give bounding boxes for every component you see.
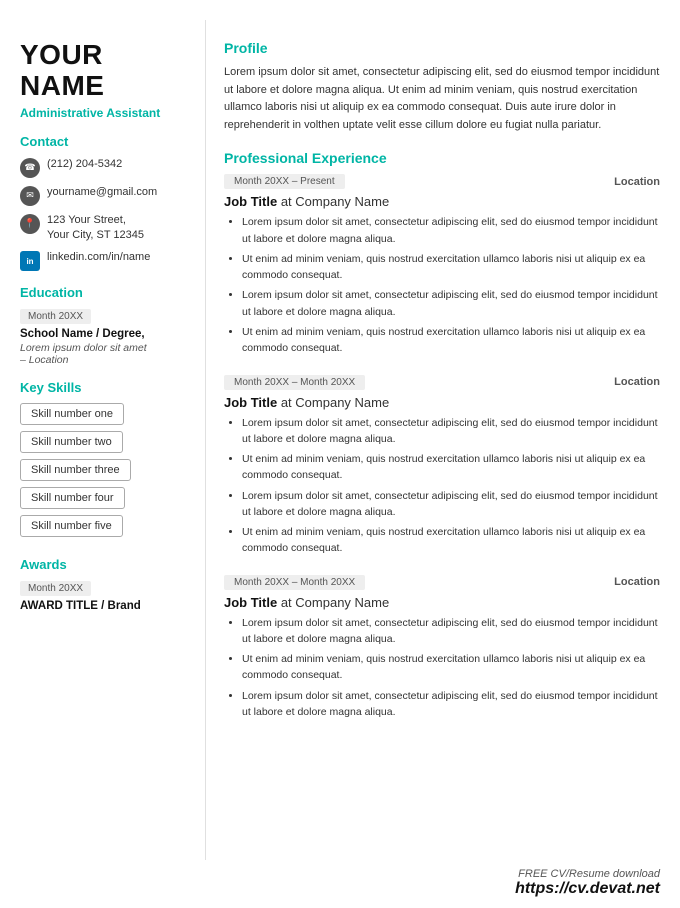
awards-section-title: Awards: [20, 557, 190, 572]
award-entry: Month 20XX AWARD TITLE / Brand: [20, 580, 190, 612]
exp-title-3: Job Title at Company Name: [224, 595, 660, 610]
skill-item: Skill number two: [20, 431, 123, 453]
experience-entry-3: Month 20XX – Month 20XX Location Job Tit…: [224, 575, 660, 721]
exp-title-2: Job Title at Company Name: [224, 395, 660, 410]
skill-item: Skill number one: [20, 403, 124, 425]
exp-company-2: at Company Name: [281, 395, 389, 410]
exp-bullets-2: Lorem ipsum dolor sit amet, consectetur …: [224, 415, 660, 557]
exp-bullets-3: Lorem ipsum dolor sit amet, consectetur …: [224, 615, 660, 721]
exp-location-1: Location: [614, 176, 660, 188]
name-line2: NAME: [20, 70, 104, 101]
email-icon: ✉: [20, 186, 40, 206]
contact-linkedin: in linkedin.com/in/name: [20, 250, 190, 271]
exp-company-1: at Company Name: [281, 194, 389, 209]
profile-section-title: Profile: [224, 40, 660, 56]
experience-entry-1: Month 20XX – Present Location Job Title …: [224, 174, 660, 356]
contact-section-title: Contact: [20, 134, 190, 149]
skills-section-title: Key Skills: [20, 380, 190, 395]
bullet: Ut enim ad minim veniam, quis nostrud ex…: [242, 524, 660, 557]
bullet: Ut enim ad minim veniam, quis nostrud ex…: [242, 324, 660, 357]
edu-school: School Name / Degree,: [20, 328, 190, 340]
experience-section-title: Professional Experience: [224, 150, 660, 166]
bullet: Lorem ipsum dolor sit amet, consectetur …: [242, 688, 660, 721]
skill-item: Skill number five: [20, 515, 123, 537]
email-text: yourname@gmail.com: [47, 185, 157, 200]
exp-location-3: Location: [614, 576, 660, 588]
exp-header-3: Month 20XX – Month 20XX Location: [224, 575, 660, 590]
exp-date-2: Month 20XX – Month 20XX: [224, 375, 365, 390]
bullet: Ut enim ad minim veniam, quis nostrud ex…: [242, 251, 660, 284]
job-title: Administrative Assistant: [20, 106, 190, 120]
contact-list: ☎ (212) 204-5342 ✉ yourname@gmail.com 📍 …: [20, 157, 190, 272]
bullet: Ut enim ad minim veniam, quis nostrud ex…: [242, 451, 660, 484]
linkedin-text: linkedin.com/in/name: [47, 250, 150, 265]
bullet: Ut enim ad minim veniam, quis nostrud ex…: [242, 651, 660, 684]
award-date: Month 20XX: [20, 581, 91, 596]
exp-date-1: Month 20XX – Present: [224, 174, 345, 189]
exp-title-1: Job Title at Company Name: [224, 194, 660, 209]
linkedin-icon: in: [20, 251, 40, 271]
name-block: YOUR NAME Administrative Assistant: [20, 40, 190, 120]
exp-header-2: Month 20XX – Month 20XX Location: [224, 375, 660, 390]
profile-text: Lorem ipsum dolor sit amet, consectetur …: [224, 64, 660, 134]
exp-location-2: Location: [614, 376, 660, 388]
bullet: Lorem ipsum dolor sit amet, consectetur …: [242, 214, 660, 247]
education-section-title: Education: [20, 285, 190, 300]
name-display: YOUR NAME: [20, 40, 190, 102]
exp-bullets-1: Lorem ipsum dolor sit amet, consectetur …: [224, 214, 660, 356]
phone-icon: ☎: [20, 158, 40, 178]
footer-url: https://cv.devat.net: [0, 880, 660, 898]
award-title: AWARD TITLE / Brand: [20, 600, 190, 612]
bullet: Lorem ipsum dolor sit amet, consectetur …: [242, 615, 660, 648]
contact-address: 📍 123 Your Street,Your City, ST 12345: [20, 213, 190, 244]
edu-detail: Lorem ipsum dolor sit amet– Location: [20, 342, 190, 366]
address-text: 123 Your Street,Your City, ST 12345: [47, 213, 144, 244]
experience-entry-2: Month 20XX – Month 20XX Location Job Tit…: [224, 375, 660, 557]
bullet: Lorem ipsum dolor sit amet, consectetur …: [242, 488, 660, 521]
footer-watermark: FREE CV/Resume download https://cv.devat…: [0, 860, 680, 908]
exp-company-3: at Company Name: [281, 595, 389, 610]
exp-date-3: Month 20XX – Month 20XX: [224, 575, 365, 590]
main-content: Profile Lorem ipsum dolor sit amet, cons…: [205, 20, 680, 860]
skill-item: Skill number four: [20, 487, 125, 509]
contact-email: ✉ yourname@gmail.com: [20, 185, 190, 206]
footer-free-text: FREE CV/Resume download: [0, 868, 660, 880]
resume-page: YOUR NAME Administrative Assistant Conta…: [0, 0, 680, 860]
name-line1: YOUR: [20, 39, 103, 70]
skill-item: Skill number three: [20, 459, 131, 481]
exp-header-1: Month 20XX – Present Location: [224, 174, 660, 189]
contact-phone: ☎ (212) 204-5342: [20, 157, 190, 178]
location-icon: 📍: [20, 214, 40, 234]
skills-list: Skill number one Skill number two Skill …: [20, 403, 190, 543]
edu-date: Month 20XX: [20, 309, 91, 324]
sidebar: YOUR NAME Administrative Assistant Conta…: [0, 20, 205, 860]
bullet: Lorem ipsum dolor sit amet, consectetur …: [242, 415, 660, 448]
education-entry: Month 20XX School Name / Degree, Lorem i…: [20, 308, 190, 366]
bullet: Lorem ipsum dolor sit amet, consectetur …: [242, 287, 660, 320]
phone-text: (212) 204-5342: [47, 157, 122, 172]
